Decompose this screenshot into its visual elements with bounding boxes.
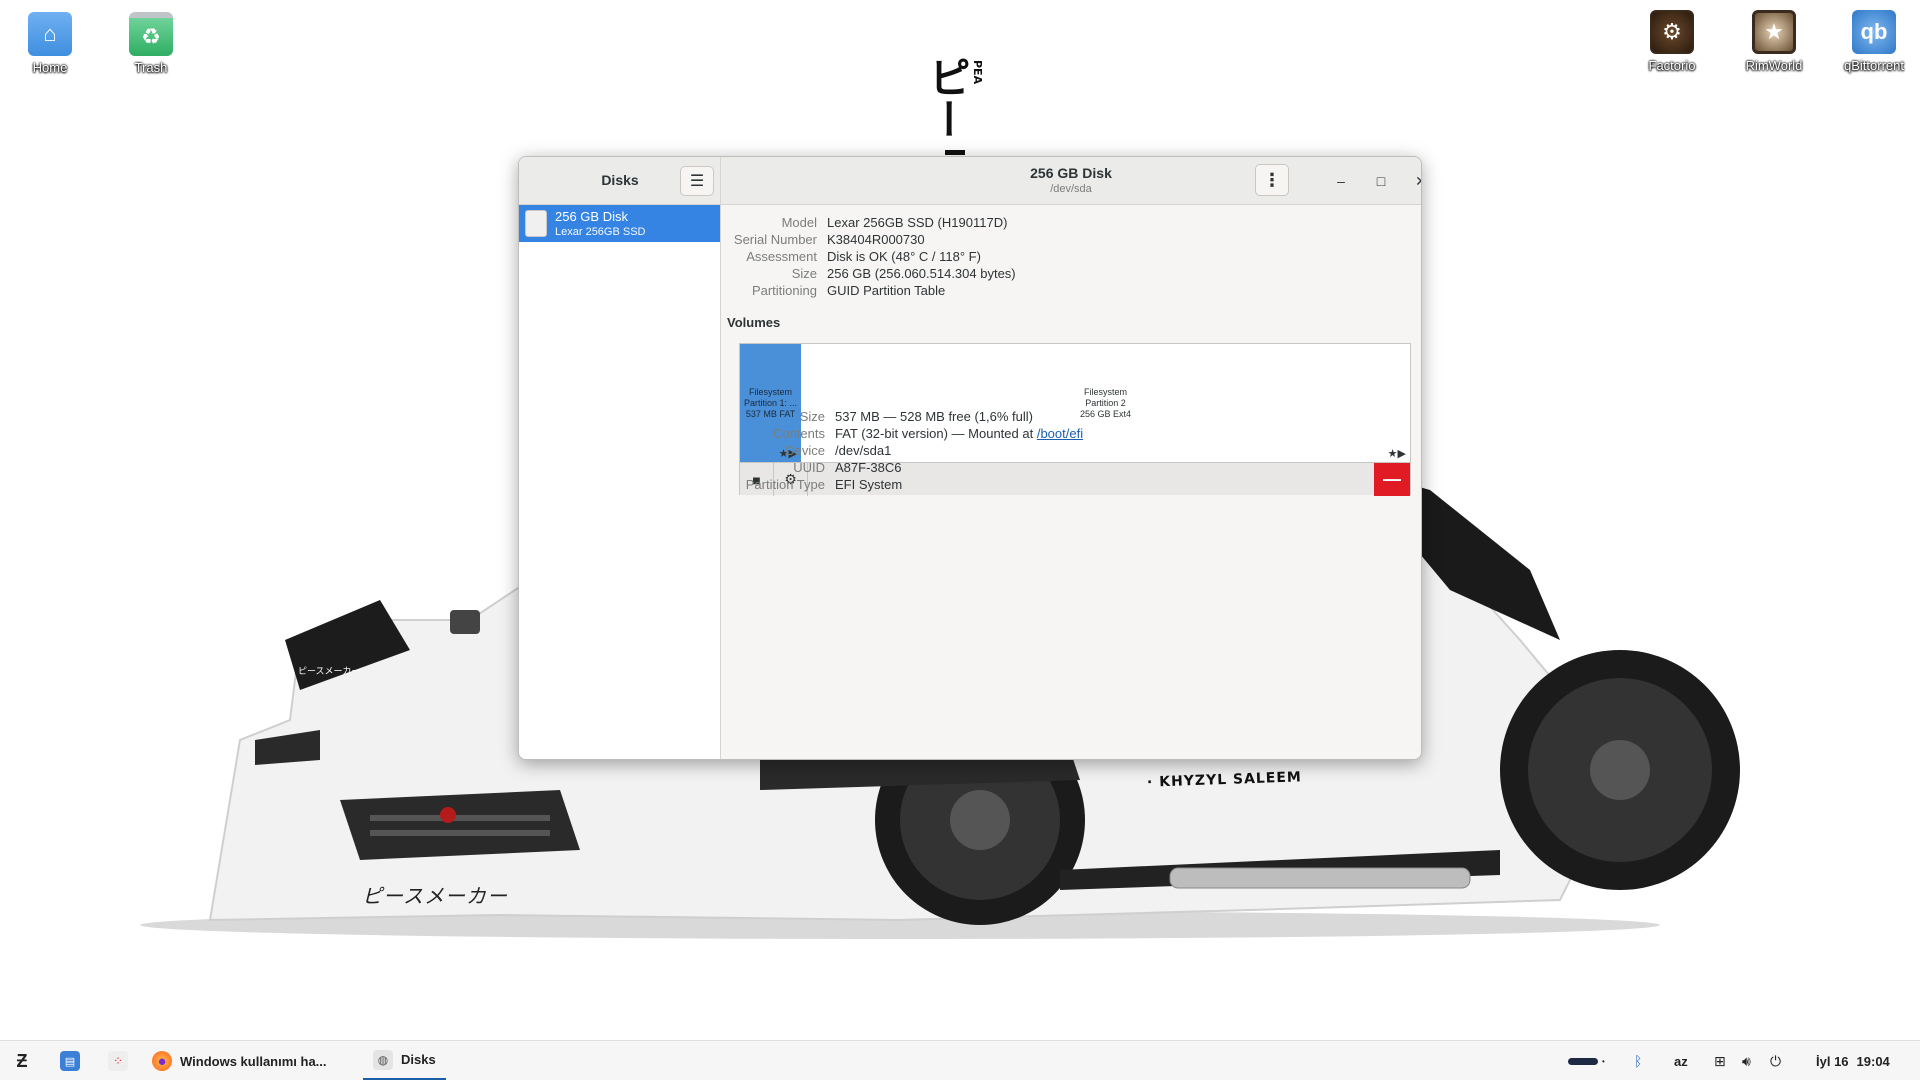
wallpaper-car-big-text: ピースメーカー [362, 884, 508, 908]
prop-value: /dev/sda1 [835, 443, 892, 458]
volumes-heading: Volumes [727, 315, 781, 330]
desktop-icon-qbittorrent[interactable]: qb qBittorrent [1829, 10, 1919, 73]
factorio-icon: ⚙ [1650, 10, 1694, 54]
taskbar-app-firefox[interactable]: ● Windows kullanımı ha... [152, 1041, 327, 1080]
mount-point-link[interactable]: /boot/efi [1037, 426, 1083, 441]
app-menu-button[interactable]: Ƶ [12, 1041, 40, 1080]
drive-icon [525, 210, 547, 237]
disks-window: Disks ☰ 256 GB Disk Lexar 256GB SSD 256 … [518, 156, 1422, 760]
hamburger-icon: ☰ [689, 173, 705, 190]
sidebar-header: Disks ☰ [519, 157, 720, 205]
prop-value: 537 MB — 528 MB free (1,6% full) [835, 409, 1033, 424]
clock-date: İyl 16 [1816, 1053, 1849, 1069]
prop-key: Serial Number [733, 232, 817, 247]
clock[interactable]: İyl 16 19:04 [1816, 1041, 1890, 1080]
rimworld-icon: ★ [1752, 10, 1796, 54]
wallpaper-car-small-text: ピースメーカー [298, 667, 361, 677]
main-menu-button[interactable]: ☰ [680, 166, 714, 196]
prop-key: Contents [772, 426, 825, 441]
wallpaper-poster-letters: PEA [971, 60, 984, 85]
desktop-icon-label: Home [32, 60, 68, 75]
files-icon: ▤ [60, 1051, 80, 1071]
partition-type-label: Filesystem [1083, 387, 1127, 397]
main-header: 256 GB Disk /dev/sda ⋮ – □ ✕ [721, 157, 1421, 205]
desktop-icon-label: Trash [134, 60, 168, 75]
disk-item-subtitle: Lexar 256GB SSD [555, 226, 646, 238]
minus-icon: — [1383, 469, 1401, 489]
prop-key: Partitioning [751, 283, 817, 298]
disk-title: 256 GB Disk [1030, 165, 1112, 181]
clock-time: 19:04 [1856, 1053, 1890, 1069]
desktop-icon-label: RimWorld [1745, 58, 1803, 73]
firefox-icon: ● [152, 1051, 172, 1071]
network-icon: ⊞ [1714, 1052, 1726, 1069]
sidebar-disk-item[interactable]: 256 GB Disk Lexar 256GB SSD [519, 205, 720, 242]
partition-2-block[interactable]: Filesystem Partition 2 256 GB Ext4 ★▶ [801, 344, 1410, 462]
power-icon: ⏻ [1770, 1052, 1782, 1069]
prop-key: Partition Type [745, 477, 825, 492]
taskbar-app-label: Disks [401, 1052, 436, 1067]
desktop-icon-label: Factorio [1648, 58, 1696, 73]
trash-icon: ♻ [129, 12, 173, 56]
software-store-icon: ⁘ [108, 1051, 128, 1071]
taskbar: Ƶ ▤ ⁘ ● Windows kullanımı ha... ◍ Disks … [0, 1040, 1920, 1080]
partition-mounted-icon: ★▶ [1387, 448, 1406, 460]
contents-text: FAT (32-bit version) — Mounted at [835, 426, 1037, 441]
disk-device-path: /dev/sda [1050, 183, 1092, 195]
prop-value: Lexar 256GB SSD (H190117D) [827, 215, 1008, 230]
prop-key: Model [781, 215, 817, 230]
partition-type-label: Filesystem [748, 387, 792, 397]
partition-name-label: Partition 2 [1085, 398, 1126, 408]
volume-indicator[interactable]: 🔊︎ [1742, 1041, 1751, 1080]
desktop-icon-factorio[interactable]: ⚙ Factorio [1627, 10, 1717, 73]
prop-value: Disk is OK (48° C / 118° F) [827, 249, 981, 264]
zorin-logo-icon: Ƶ [16, 1050, 28, 1071]
partition-name-label: Partition 1: ... [743, 398, 798, 408]
prop-value: K38404R000730 [827, 232, 925, 247]
folder-home-icon: ⌂ [28, 12, 72, 56]
software-launcher[interactable]: ⁘ [108, 1041, 136, 1080]
prop-value: GUID Partition Table [827, 283, 946, 298]
sidebar: Disks ☰ 256 GB Disk Lexar 256GB SSD [519, 157, 721, 759]
prop-key: Size [799, 409, 825, 424]
prop-key: Size [791, 266, 817, 281]
power-indicator[interactable]: ⏻ [1770, 1041, 1781, 1080]
drive-options-button[interactable]: ⋮ [1255, 164, 1289, 196]
minimize-button[interactable]: – [1329, 169, 1353, 193]
taskbar-app-label: Windows kullanımı ha... [180, 1053, 327, 1069]
desktop-icon-rimworld[interactable]: ★ RimWorld [1729, 10, 1819, 73]
prop-value: FAT (32-bit version) — Mounted at /boot/… [835, 426, 1083, 441]
bluetooth-indicator[interactable]: ᛒ [1634, 1041, 1642, 1080]
maximize-button[interactable]: □ [1369, 169, 1393, 193]
prop-key: Device [785, 443, 825, 458]
battery-dot-icon: • [1602, 1056, 1605, 1066]
prop-key: Assessment [746, 249, 817, 264]
taskbar-app-disks[interactable]: ◍ Disks [363, 1041, 446, 1080]
keyboard-layout-indicator[interactable]: az [1674, 1041, 1688, 1080]
disks-icon: ◍ [373, 1049, 393, 1070]
minimize-icon: – [1337, 173, 1345, 189]
battery-icon [1568, 1057, 1598, 1065]
desktop-icon-home[interactable]: ⌂ Home [5, 12, 95, 75]
desktop-icon-label: qBittorrent [1844, 58, 1904, 73]
disk-item-name: 256 GB Disk [555, 209, 628, 224]
kebab-menu-icon: ⋮ [1263, 169, 1281, 190]
bluetooth-icon: ᛒ [1634, 1053, 1643, 1069]
prop-value: EFI System [835, 477, 903, 492]
maximize-icon: □ [1376, 173, 1386, 189]
delete-partition-button[interactable]: — [1374, 463, 1410, 496]
battery-indicator[interactable]: • [1568, 1041, 1605, 1080]
desktop-icon-trash[interactable]: ♻ Trash [106, 12, 196, 75]
close-button[interactable]: ✕ [1409, 169, 1421, 193]
volume-icon: 🔊︎ [1742, 1052, 1751, 1069]
prop-value: 256 GB (256.060.514.304 bytes) [827, 266, 1016, 281]
prop-value: A87F-38C6 [835, 460, 902, 475]
qbittorrent-icon: qb [1852, 10, 1896, 54]
close-icon: ✕ [1415, 173, 1421, 190]
keyboard-layout-label: az [1674, 1053, 1688, 1069]
prop-key: UUID [793, 460, 825, 475]
network-indicator[interactable]: ⊞ [1714, 1041, 1726, 1080]
files-launcher[interactable]: ▤ [60, 1041, 88, 1080]
